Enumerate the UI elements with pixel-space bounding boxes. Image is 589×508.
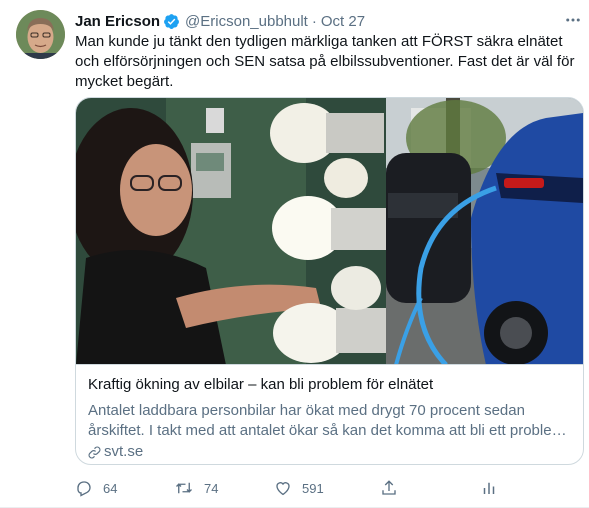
reply-count: 64	[103, 480, 118, 496]
tweet-header: Jan Ericson @Ericson_ubbhult · Oct 27	[75, 11, 365, 31]
tweet[interactable]: Jan Ericson @Ericson_ubbhult · Oct 27 Ma…	[0, 0, 589, 508]
card-domain-text: svt.se	[104, 443, 144, 460]
reply-button[interactable]: 64	[75, 476, 117, 500]
more-options-icon[interactable]	[562, 9, 584, 31]
tweet-timestamp[interactable]: Oct 27	[321, 13, 365, 30]
retweet-button[interactable]: 74	[174, 476, 218, 500]
author-name[interactable]: Jan Ericson	[75, 13, 160, 30]
heart-icon	[276, 482, 290, 496]
analytics-button[interactable]	[480, 476, 508, 500]
author-handle[interactable]: @Ericson_ubbhult	[185, 13, 308, 30]
card-title[interactable]: Kraftig ökning av elbilar – kan bli prob…	[88, 375, 571, 395]
retweet-icon	[176, 482, 192, 494]
like-count: 591	[302, 480, 324, 496]
share-icon	[382, 480, 396, 495]
avatar[interactable]	[16, 10, 65, 59]
link-icon	[88, 446, 101, 458]
retweet-count: 74	[204, 480, 219, 496]
header-separator: ·	[311, 12, 317, 30]
like-button[interactable]: 591	[274, 476, 324, 500]
tweet-text-line: mycket begärt.	[75, 73, 174, 90]
card-description-line: årskiftet. I takt med att antalet ökar s…	[88, 422, 571, 439]
verified-badge-icon	[163, 13, 180, 30]
card-image[interactable]	[76, 98, 583, 365]
tweet-text-line: Man kunde ju tänkt den tydligen märkliga…	[75, 33, 563, 50]
card-description: Antalet laddbara personbilar har ökat me…	[88, 401, 571, 441]
card-photo	[76, 98, 583, 364]
analytics-icon	[483, 482, 495, 494]
card-body: Kraftig ökning av elbilar – kan bli prob…	[76, 366, 583, 462]
reply-icon	[77, 481, 91, 497]
tweet-text: Man kunde ju tänkt den tydligen märkliga…	[75, 32, 575, 92]
link-preview-card[interactable]: Kraftig ökning av elbilar – kan bli prob…	[75, 97, 584, 465]
card-domain: svt.se	[88, 442, 571, 462]
tweet-text-line: och elförsörjningen och SEN satsa på elb…	[75, 53, 575, 70]
avatar-photo	[16, 10, 65, 59]
action-bar: 64 74 591	[75, 476, 515, 500]
card-description-line: Antalet laddbara personbilar har ökat me…	[88, 402, 525, 419]
share-button[interactable]	[380, 476, 408, 500]
